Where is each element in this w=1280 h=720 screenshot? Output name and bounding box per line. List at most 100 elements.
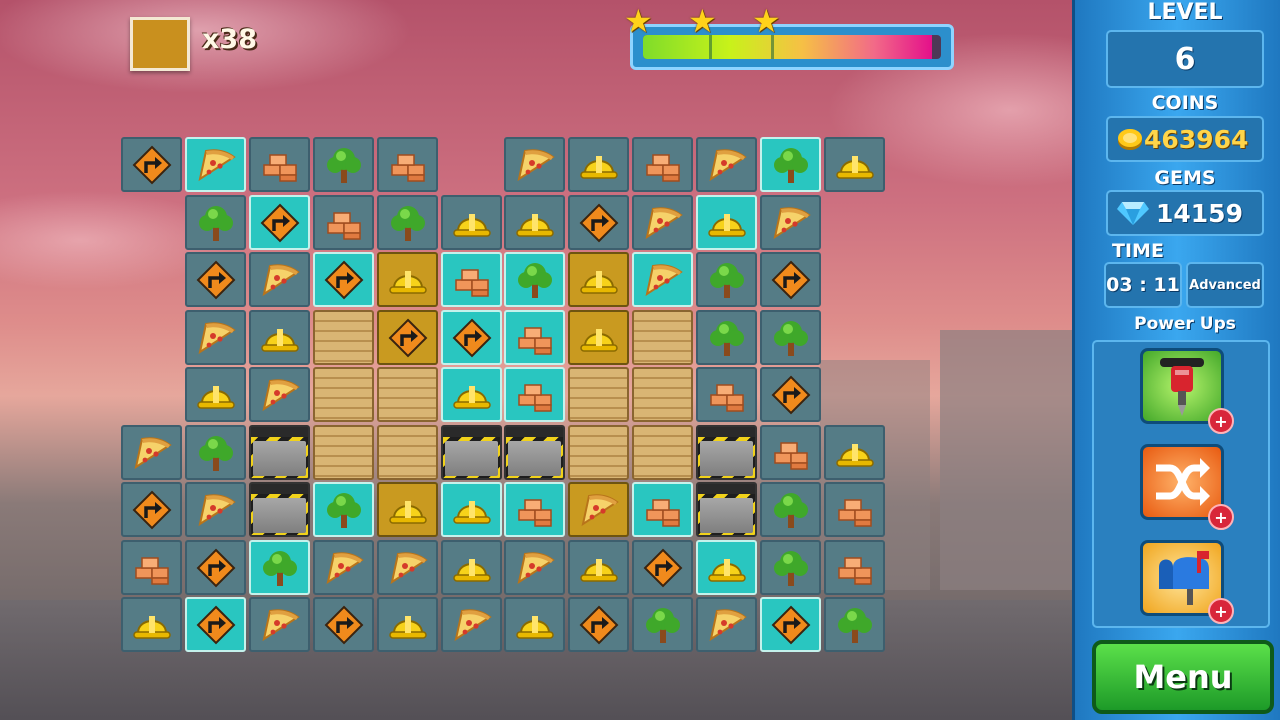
sign-tile[interactable]: [568, 597, 629, 652]
bricks-icon: [454, 268, 489, 297]
pizza-tile[interactable]: [121, 425, 182, 480]
shuffle-add-button[interactable]: +: [1208, 504, 1234, 530]
pizza-tile[interactable]: [249, 367, 310, 422]
helmet-tile[interactable]: [249, 310, 310, 365]
sign-tile[interactable]: [760, 252, 821, 307]
sign-tile[interactable]: [249, 195, 310, 250]
helmet-tile[interactable]: [377, 482, 438, 537]
tree-tile[interactable]: [824, 597, 885, 652]
bricks-tile[interactable]: [504, 310, 565, 365]
pizza-tile[interactable]: [185, 137, 246, 192]
helmet-tile[interactable]: [121, 597, 182, 652]
pizza-tile[interactable]: [568, 482, 629, 537]
helmet-tile[interactable]: [824, 137, 885, 192]
tree-tile[interactable]: [696, 310, 757, 365]
sign-tile[interactable]: [760, 367, 821, 422]
tree-tile[interactable]: [313, 137, 374, 192]
helmet-tile[interactable]: [441, 540, 502, 595]
pizza-tile[interactable]: [185, 482, 246, 537]
pizza-tile[interactable]: [313, 540, 374, 595]
bricks-tile[interactable]: [824, 540, 885, 595]
helmet-tile[interactable]: [504, 597, 565, 652]
helmet-icon: [579, 558, 618, 582]
helmet-tile[interactable]: [568, 252, 629, 307]
tree-tile[interactable]: [185, 425, 246, 480]
helmet-tile[interactable]: [504, 195, 565, 250]
bricks-tile[interactable]: [824, 482, 885, 537]
mailbox-add-button[interactable]: +: [1208, 598, 1234, 624]
sign-tile[interactable]: [632, 540, 693, 595]
tree-tile[interactable]: [249, 540, 310, 595]
helmet-tile[interactable]: [568, 540, 629, 595]
bricks-tile[interactable]: [441, 252, 502, 307]
sign-icon: [771, 375, 810, 414]
helmet-tile[interactable]: [185, 367, 246, 422]
pizza-tile[interactable]: [696, 597, 757, 652]
sign-icon: [388, 318, 427, 357]
tree-tile[interactable]: [377, 195, 438, 250]
pizza-tile[interactable]: [760, 195, 821, 250]
tree-tile[interactable]: [760, 482, 821, 537]
helmet-tile[interactable]: [377, 252, 438, 307]
helmet-tile[interactable]: [441, 195, 502, 250]
sign-tile[interactable]: [568, 195, 629, 250]
tree-tile[interactable]: [760, 310, 821, 365]
helmet-tile[interactable]: [568, 310, 629, 365]
star-icon: ★: [752, 2, 781, 40]
pizza-tile[interactable]: [249, 597, 310, 652]
helmet-tile[interactable]: [696, 195, 757, 250]
pizza-tile[interactable]: [632, 195, 693, 250]
helmet-tile[interactable]: [696, 540, 757, 595]
jackhammer-icon: [1160, 358, 1204, 416]
tree-tile[interactable]: [185, 195, 246, 250]
sign-tile[interactable]: [121, 137, 182, 192]
bricks-tile[interactable]: [632, 137, 693, 192]
bricks-tile[interactable]: [377, 137, 438, 192]
tree-tile[interactable]: [313, 482, 374, 537]
pizza-tile[interactable]: [249, 252, 310, 307]
sign-tile[interactable]: [185, 540, 246, 595]
helmet-tile[interactable]: [441, 367, 502, 422]
tree-tile[interactable]: [760, 540, 821, 595]
pizza-tile[interactable]: [185, 310, 246, 365]
tree-tile[interactable]: [504, 252, 565, 307]
sign-tile[interactable]: [313, 597, 374, 652]
helmet-tile[interactable]: [568, 137, 629, 192]
tree-tile[interactable]: [760, 137, 821, 192]
tree-tile[interactable]: [696, 252, 757, 307]
sign-tile[interactable]: [185, 597, 246, 652]
wood-crate-blocker: [313, 310, 374, 365]
pizza-tile[interactable]: [504, 137, 565, 192]
pizza-tile[interactable]: [632, 252, 693, 307]
helmet-tile[interactable]: [824, 425, 885, 480]
sign-tile[interactable]: [121, 482, 182, 537]
pizza-tile[interactable]: [377, 540, 438, 595]
sign-tile[interactable]: [441, 310, 502, 365]
pizza-icon: [581, 493, 619, 526]
timer-display: 03 : 11: [1104, 262, 1182, 308]
bricks-tile[interactable]: [121, 540, 182, 595]
sign-tile[interactable]: [185, 252, 246, 307]
helmet-icon: [388, 270, 427, 294]
sign-tile[interactable]: [313, 252, 374, 307]
bricks-tile[interactable]: [249, 137, 310, 192]
pizza-tile[interactable]: [696, 137, 757, 192]
bricks-tile[interactable]: [696, 367, 757, 422]
helmet-tile[interactable]: [377, 597, 438, 652]
tree-tile[interactable]: [632, 597, 693, 652]
pizza-tile[interactable]: [441, 597, 502, 652]
helmet-tile[interactable]: [441, 482, 502, 537]
sign-tile[interactable]: [377, 310, 438, 365]
tree-icon: [709, 262, 744, 298]
bricks-tile[interactable]: [504, 367, 565, 422]
bricks-tile[interactable]: [504, 482, 565, 537]
menu-button[interactable]: Menu: [1092, 640, 1274, 714]
tree-icon: [773, 492, 808, 528]
gems-value: 14159: [1156, 198, 1243, 228]
bricks-tile[interactable]: [760, 425, 821, 480]
jackhammer-add-button[interactable]: +: [1208, 408, 1234, 434]
bricks-tile[interactable]: [632, 482, 693, 537]
bricks-tile[interactable]: [313, 195, 374, 250]
pizza-tile[interactable]: [504, 540, 565, 595]
sign-tile[interactable]: [760, 597, 821, 652]
